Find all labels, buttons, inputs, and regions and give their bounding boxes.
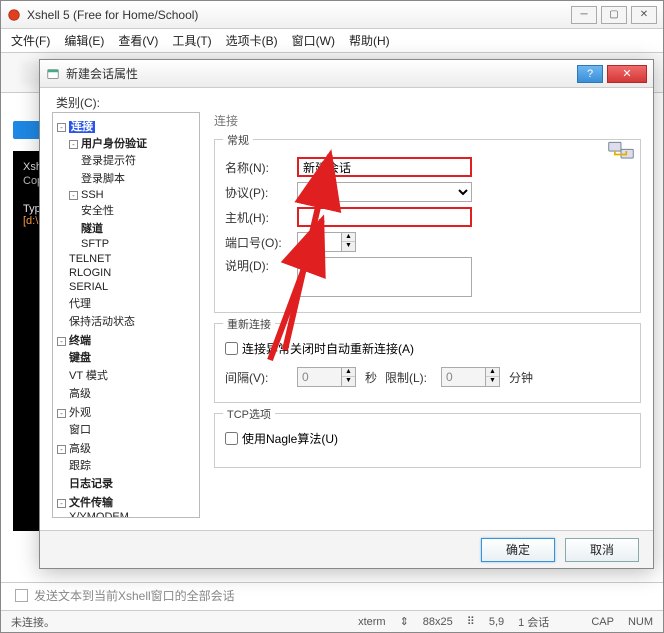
tree-telnet[interactable]: TELNET [69, 252, 195, 266]
host-input[interactable] [297, 207, 472, 227]
dialog-title: 新建会话属性 [66, 65, 577, 82]
category-tree[interactable]: -连接 -用户身份验证 登录提示符 登录脚本 -SSH 安全性 [52, 112, 200, 518]
tree-proxy[interactable]: 代理 [69, 294, 195, 312]
tree-ssh[interactable]: SSH [81, 189, 104, 201]
menu-window[interactable]: 窗口(W) [292, 32, 335, 49]
desc-label: 说明(D): [225, 257, 297, 274]
tree-file-transfer[interactable]: 文件传输 [69, 497, 113, 509]
limit-unit: 分钟 [509, 369, 533, 386]
tree-keep-alive[interactable]: 保持活动状态 [69, 312, 195, 330]
tree-xymodem[interactable]: X/YMODEM [69, 510, 195, 518]
status-term: xterm [358, 616, 386, 628]
tree-terminal[interactable]: 终端 [69, 335, 91, 347]
menu-tab[interactable]: 选项卡(B) [226, 32, 278, 49]
minimize-button[interactable]: ─ [571, 6, 597, 24]
interval-input[interactable] [297, 367, 342, 387]
tree-rlogin[interactable]: RLOGIN [69, 266, 195, 280]
reconnect-group: 重新连接 连接异常关闭时自动重新连接(A) 间隔(V): ▲▼ 秒 限制(L):… [214, 323, 641, 403]
main-title: Xshell 5 (Free for Home/School) [27, 8, 571, 22]
cancel-button[interactable]: 取消 [565, 538, 639, 562]
dialog-icon [46, 67, 60, 81]
session-tab-indicator[interactable] [13, 121, 41, 139]
broadcast-bar: 发送文本到当前Xshell窗口的全部会话 [1, 582, 663, 608]
status-pos: 5,9 [489, 616, 504, 628]
tree-trace[interactable]: 跟踪 [69, 456, 195, 474]
status-session: 1 会话 [518, 614, 549, 630]
close-main-button[interactable]: ✕ [631, 6, 657, 24]
host-label: 主机(H): [225, 209, 297, 226]
tree-tunnel[interactable]: 隧道 [81, 219, 195, 237]
port-input[interactable] [297, 232, 342, 252]
nagle-checkbox[interactable] [225, 432, 238, 445]
ok-button[interactable]: 确定 [481, 538, 555, 562]
name-label: 名称(N): [225, 159, 297, 176]
dialog-titlebar[interactable]: 新建会话属性 ? ✕ [40, 60, 653, 88]
menubar: 文件(F) 编辑(E) 查看(V) 工具(T) 选项卡(B) 窗口(W) 帮助(… [1, 29, 663, 53]
status-size-icon: ⇕ [400, 615, 409, 628]
tree-advanced-term[interactable]: 高级 [69, 384, 195, 402]
general-group: 常规 名称(N): 协议(P): SSH 主机(H): 端口号(O): [214, 139, 641, 313]
port-spinner[interactable]: ▲▼ [342, 232, 356, 252]
status-cap: CAP [591, 616, 614, 628]
content-heading: 连接 [214, 112, 641, 129]
interval-label: 间隔(V): [225, 369, 297, 386]
general-legend: 常规 [223, 132, 253, 148]
limit-label: 限制(L): [385, 369, 441, 386]
limit-spinner[interactable]: ▲▼ [486, 367, 500, 387]
app-logo-icon [7, 8, 21, 22]
tree-login-script[interactable]: 登录脚本 [81, 169, 195, 187]
port-label: 端口号(O): [225, 234, 297, 251]
status-pos-icon: ⠿ [467, 615, 475, 628]
interval-unit: 秒 [365, 369, 377, 386]
tree-login-prompt[interactable]: 登录提示符 [81, 151, 195, 169]
limit-input[interactable] [441, 367, 486, 387]
maximize-button[interactable]: ▢ [601, 6, 627, 24]
menu-file[interactable]: 文件(F) [11, 32, 50, 49]
tree-auth[interactable]: 用户身份验证 [81, 138, 147, 150]
menu-help[interactable]: 帮助(H) [349, 32, 390, 49]
name-input[interactable] [297, 157, 472, 177]
tree-keyboard[interactable]: 键盘 [69, 348, 195, 366]
nagle-label: 使用Nagle算法(U) [242, 430, 338, 447]
menu-view[interactable]: 查看(V) [118, 32, 158, 49]
menu-tools[interactable]: 工具(T) [172, 32, 211, 49]
auto-reconnect-label: 连接异常关闭时自动重新连接(A) [242, 340, 414, 357]
protocol-label: 协议(P): [225, 184, 297, 201]
protocol-select[interactable]: SSH [297, 182, 472, 202]
menu-edit[interactable]: 编辑(E) [64, 32, 104, 49]
tcp-legend: TCP选项 [223, 406, 275, 422]
tree-window[interactable]: 窗口 [69, 420, 195, 438]
status-size: 88x25 [423, 616, 453, 628]
category-label: 类别(C): [56, 94, 100, 111]
tree-serial[interactable]: SERIAL [69, 280, 195, 294]
tcp-group: TCP选项 使用Nagle算法(U) [214, 413, 641, 468]
tree-advanced[interactable]: 高级 [69, 443, 91, 455]
main-titlebar[interactable]: Xshell 5 (Free for Home/School) ─ ▢ ✕ [1, 1, 663, 29]
statusbar: 未连接。 xterm ⇕ 88x25 ⠿ 5,9 1 会话 CAP NUM [1, 610, 663, 632]
broadcast-label: 发送文本到当前Xshell窗口的全部会话 [34, 587, 235, 604]
tree-logging[interactable]: 日志记录 [69, 474, 195, 492]
dialog-close-button[interactable]: ✕ [607, 65, 647, 83]
auto-reconnect-checkbox[interactable] [225, 342, 238, 355]
desc-input[interactable] [297, 257, 472, 297]
session-properties-dialog: 新建会话属性 ? ✕ 类别(C): -连接 -用户身份验证 登录提示符 登录脚本 [39, 59, 654, 569]
dialog-help-button[interactable]: ? [577, 65, 603, 83]
tree-vt[interactable]: VT 模式 [69, 366, 195, 384]
tree-appearance[interactable]: 外观 [69, 407, 91, 419]
reconnect-legend: 重新连接 [223, 316, 275, 332]
status-num: NUM [628, 616, 653, 628]
tree-connection[interactable]: 连接 [69, 121, 95, 133]
status-not-connected: 未连接。 [11, 614, 55, 630]
tree-sftp[interactable]: SFTP [81, 237, 195, 251]
interval-spinner[interactable]: ▲▼ [342, 367, 356, 387]
tree-security[interactable]: 安全性 [81, 201, 195, 219]
broadcast-checkbox[interactable] [15, 589, 28, 602]
